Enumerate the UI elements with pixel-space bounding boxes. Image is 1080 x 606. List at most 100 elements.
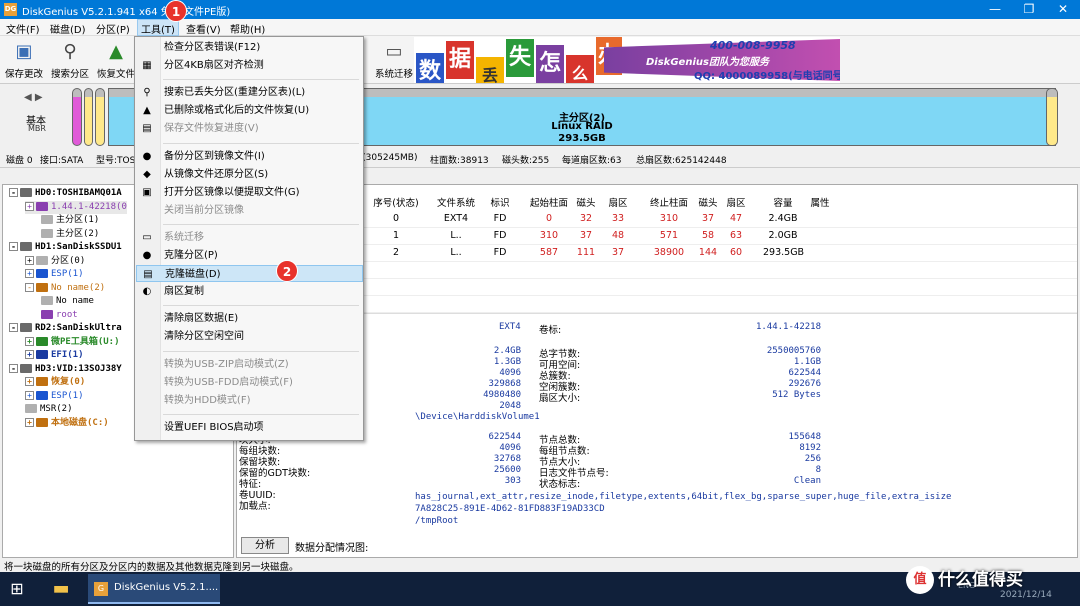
menu-item-label: 检查分区表错误(F12) [164,42,261,53]
banner-char: 失 [506,39,534,77]
tree-node[interactable]: 主分区(1) [41,214,99,227]
partition-segment[interactable] [95,88,105,146]
title-bar: DG DiskGenius V5.2.1.941 x64 免费 文件PE版) —… [0,0,1080,19]
maximize-button[interactable]: ❐ [1012,0,1046,19]
tree-node[interactable]: + 本地磁盘(C:) [25,417,109,430]
column-header[interactable]: 标识 [485,195,515,209]
expand-toggle-icon[interactable]: + [25,350,34,359]
expand-toggle-icon[interactable]: + [25,269,34,278]
tree-node[interactable]: + ESP(1) [25,390,84,403]
tools-menu-item[interactable]: 检查分区表错误(F12) [136,39,363,56]
expand-toggle-icon[interactable]: + [25,417,34,427]
tools-menu-item[interactable]: ◆ 从镜像文件还原分区(S) [136,166,363,183]
expand-toggle-icon[interactable]: + [25,390,34,400]
expand-toggle-icon[interactable]: + [25,336,34,346]
column-header[interactable]: 磁头 [695,195,721,209]
table-cell: 33 [611,213,625,224]
table-cell: 63 [729,230,743,241]
tools-menu-item: 转换为USB-ZIP启动模式(Z) [136,356,363,373]
table-cell: 0 [545,213,553,224]
tools-menu-item[interactable]: ⚲ 搜索已丢失分区(重建分区表)(L) [136,84,363,101]
expand-toggle-icon[interactable]: + [25,377,34,386]
expand-toggle-icon[interactable]: + [25,201,34,211]
menu-separator [163,223,359,225]
windows-start-icon[interactable]: ⊞ [6,578,28,600]
menu-item-icon: ● [142,250,152,261]
menu-item-label: 打开分区镜像以便提取文件(G) [164,186,300,198]
taskbar-app-diskgenius[interactable]: G DiskGenius V5.2.1.... [88,574,220,604]
expand-toggle-icon[interactable]: - [25,282,34,292]
menu-item-label: 已删除或格式化后的文件恢复(U) [164,105,310,117]
analyze-button[interactable]: 分析 [241,537,289,554]
tools-menu-item[interactable]: ▤ 克隆磁盘(D) [136,265,363,283]
expand-toggle-icon[interactable]: - [9,323,18,332]
tools-menu-item[interactable]: ▦ 分区4KB扇区对齐检测 [136,57,363,74]
column-header[interactable]: 属性 [803,195,837,209]
close-button[interactable]: ✕ [1046,0,1080,19]
save-changes-button[interactable]: ▣ 保存更改 [2,38,46,82]
tree-node[interactable]: MSR(2) [25,403,73,416]
tree-node[interactable]: - HD1:SanDiskSSDU1 [9,241,122,254]
minimize-button[interactable]: — [978,0,1012,19]
tree-node[interactable]: 主分区(2) [41,228,99,241]
disk-total-sectors: 总扇区数:625142448 [636,156,727,166]
column-header[interactable]: 磁头 [573,195,599,209]
tools-menu-item[interactable]: ▣ 打开分区镜像以便提取文件(G) [136,184,363,201]
tools-menu-item[interactable]: ▲ 已删除或格式化后的文件恢复(U) [136,102,363,119]
system-migration-button[interactable]: ▭ 系统迁移 [372,38,416,82]
banner-qq: QQ: 4000089958(与电话同号) [694,71,840,82]
tools-menu-item[interactable]: 清除扇区数据(E) [136,310,363,327]
tree-node[interactable]: - No name(2) [25,282,105,295]
tools-menu-item[interactable]: ● 克隆分区(P) [136,247,363,264]
tree-node[interactable]: - RD2:SanDiskUltra [9,322,122,335]
recover-files-button[interactable]: ▲ 恢复文件 [94,38,138,82]
tree-node[interactable]: No name [41,295,94,308]
file-explorer-icon[interactable]: ▬ [46,576,76,602]
detail-value: 4980480 [483,390,521,400]
menu-item-icon: ▤ [142,123,152,135]
tools-menu-item[interactable]: 设置UEFI BIOS启动项 [136,419,363,436]
menu-file[interactable]: 文件(F) [6,21,40,36]
tools-menu-item[interactable]: ● 备份分区到镜像文件(I) [136,148,363,165]
partition-segment[interactable] [1046,88,1058,146]
tree-node-label: HD0:TOSHIBAMQ01A [35,188,122,198]
tree-node[interactable]: + 微PE工具箱(U:) [25,336,120,349]
disk-icon [20,363,32,373]
column-header[interactable]: 扇区 [605,195,631,209]
partition-segment[interactable] [72,88,82,146]
tree-node[interactable]: +1.44.1-42218(0 [25,200,127,214]
menu-disk[interactable]: 磁盘(D) [50,21,86,36]
tools-menu-item[interactable]: 清除分区空闲空间 [136,328,363,345]
tree-node[interactable]: - HD3:VID:13SOJ38Y [9,363,122,376]
tree-node[interactable]: root [41,309,78,322]
tree-node[interactable]: + 分区(0) [25,255,85,268]
menu-partition[interactable]: 分区(P) [96,21,130,36]
menu-item-label: 清除扇区数据(E) [164,313,239,325]
detail-value: 2048 [499,401,521,411]
column-header[interactable]: 容量 [763,195,803,209]
partition-segment[interactable] [84,88,93,146]
tree-node[interactable]: + 恢复(0) [25,376,85,389]
expand-toggle-icon[interactable]: - [9,363,18,373]
device-path: \Device\HarddiskVolume1 [415,412,540,422]
column-header[interactable]: 文件系统 [433,195,479,209]
column-header[interactable]: 终止柱面 [649,195,689,209]
expand-toggle-icon[interactable]: + [25,255,34,265]
tree-node[interactable]: + ESP(1) [25,268,84,281]
disk-nav-arrows[interactable]: ◀ ▶ [24,92,43,103]
menu-item-icon [141,205,153,216]
expand-toggle-icon[interactable]: - [9,242,18,251]
tree-node[interactable]: - HD0:TOSHIBAMQ01A [9,187,122,200]
menu-view[interactable]: 查看(V) [186,21,221,36]
tree-node[interactable]: + EFI(1) [25,349,84,362]
disk-icon [20,323,32,332]
search-partition-button[interactable]: ⚲ 搜索分区 [48,38,92,82]
tools-menu-item[interactable]: ◐ 扇区复制 [136,283,363,300]
ad-banner[interactable]: 数 据 丢 失 怎 么 办 400-008-9958 DiskGenius团队为… [414,37,840,83]
column-header[interactable]: 序号(状态) [367,195,425,209]
detail-value: 32768 [493,454,521,464]
expand-toggle-icon[interactable]: - [9,188,18,197]
column-header[interactable]: 起始柱面 [527,195,571,209]
column-header[interactable]: 扇区 [723,195,749,209]
menu-help[interactable]: 帮助(H) [230,21,265,36]
